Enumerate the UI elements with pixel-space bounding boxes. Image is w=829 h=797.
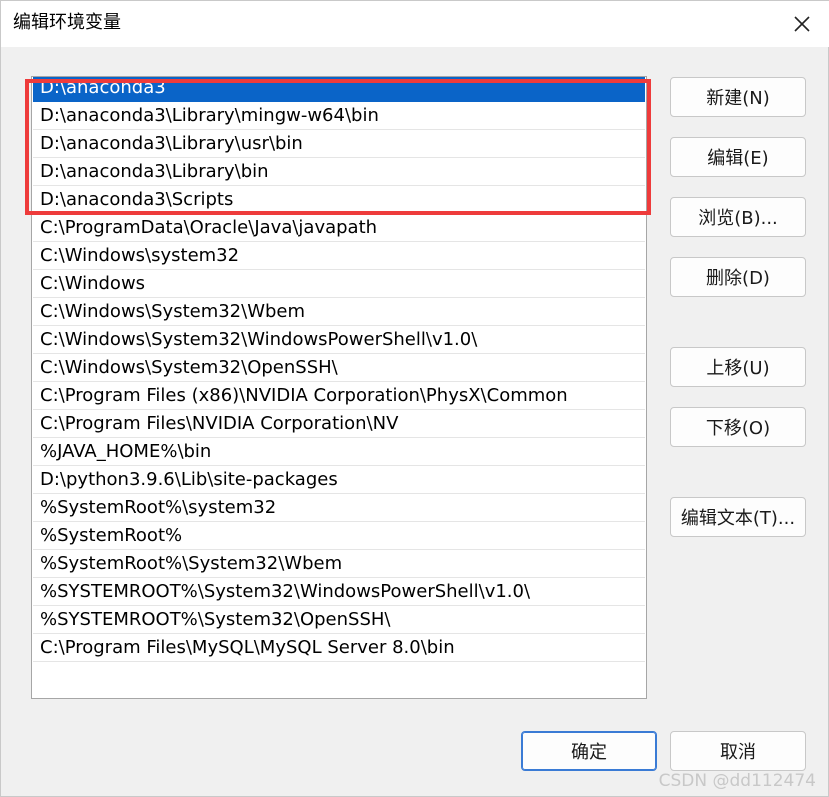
new-button[interactable]: 新建(N) <box>670 77 806 117</box>
delete-button[interactable]: 删除(D) <box>670 257 806 297</box>
edit-env-variable-dialog: 编辑环境变量 D:\anaconda3 D:\anaconda3\Library\… <box>0 0 829 797</box>
browse-button[interactable]: 浏览(B)... <box>670 197 806 237</box>
list-item[interactable]: C:\Windows\System32\Wbem <box>33 298 645 326</box>
cancel-button[interactable]: 取消 <box>670 731 806 771</box>
list-item[interactable]: %SystemRoot% <box>33 522 645 550</box>
list-item[interactable]: C:\Windows <box>33 270 645 298</box>
list-item[interactable]: C:\Windows\system32 <box>33 242 645 270</box>
list-item[interactable]: %SYSTEMROOT%\System32\WindowsPowerShell\… <box>33 578 645 606</box>
list-item[interactable]: C:\ProgramData\Oracle\Java\javapath <box>33 214 645 242</box>
watermark: CSDN @dd112474 <box>658 771 816 791</box>
list-item[interactable]: %SystemRoot%\system32 <box>33 494 645 522</box>
list-item[interactable]: C:\Program Files\NVIDIA Corporation\NV <box>33 410 645 438</box>
close-button[interactable] <box>774 1 829 47</box>
list-item[interactable]: %SYSTEMROOT%\System32\OpenSSH\ <box>33 606 645 634</box>
list-item[interactable]: %SystemRoot%\System32\Wbem <box>33 550 645 578</box>
list-item[interactable]: D:\anaconda3\Library\bin <box>33 158 645 186</box>
close-icon <box>794 16 810 32</box>
path-list[interactable]: D:\anaconda3 D:\anaconda3\Library\mingw-w… <box>31 76 647 699</box>
list-item[interactable]: C:\Program Files (x86)\NVIDIA Corporatio… <box>33 382 645 410</box>
edit-button[interactable]: 编辑(E) <box>670 137 806 177</box>
list-item[interactable]: D:\anaconda3\Scripts <box>33 186 645 214</box>
move-up-button[interactable]: 上移(U) <box>670 347 806 387</box>
dialog-title: 编辑环境变量 <box>13 12 121 33</box>
title-bar: 编辑环境变量 <box>1 1 829 47</box>
list-item[interactable]: D:\anaconda3\Library\usr\bin <box>33 130 645 158</box>
edit-text-button[interactable]: 编辑文本(T)... <box>670 497 806 537</box>
move-down-button[interactable]: 下移(O) <box>670 407 806 447</box>
list-item[interactable]: C:\Windows\System32\WindowsPowerShell\v1… <box>33 326 645 354</box>
list-item[interactable]: D:\anaconda3 <box>33 77 645 102</box>
list-item[interactable]: D:\anaconda3\Library\mingw-w64\bin <box>33 102 645 130</box>
list-item[interactable]: %JAVA_HOME%\bin <box>33 438 645 466</box>
list-item[interactable]: D:\python3.9.6\Lib\site-packages <box>33 466 645 494</box>
list-item[interactable]: C:\Windows\System32\OpenSSH\ <box>33 354 645 382</box>
ok-button[interactable]: 确定 <box>521 731 657 771</box>
list-item[interactable]: C:\Program Files\MySQL\MySQL Server 8.0\… <box>33 634 645 662</box>
